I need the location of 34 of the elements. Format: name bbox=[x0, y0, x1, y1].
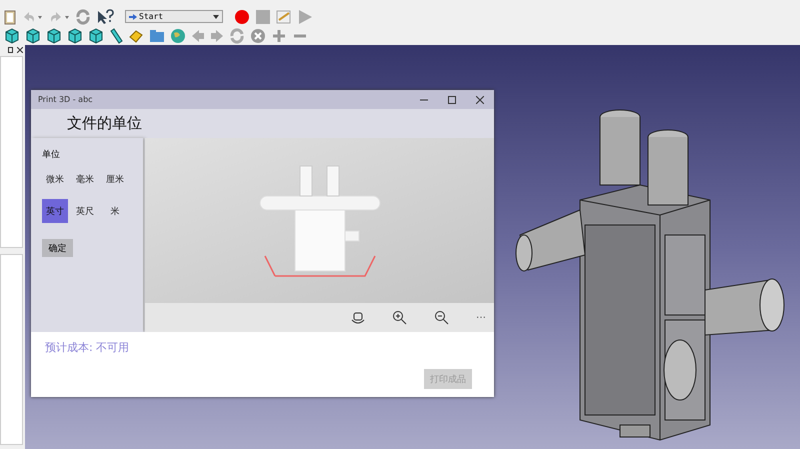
rotate-view-icon[interactable] bbox=[350, 310, 366, 326]
top-view-icon[interactable] bbox=[67, 28, 83, 44]
front-view-icon[interactable] bbox=[46, 28, 62, 44]
unit-option[interactable]: 英寸 bbox=[42, 199, 68, 223]
unit-option[interactable]: 英尺 bbox=[72, 199, 98, 223]
close-icon bbox=[476, 96, 484, 104]
whats-this-icon[interactable] bbox=[96, 8, 114, 24]
right-view-icon[interactable] bbox=[88, 28, 104, 44]
estimated-cost: 预计成本: 不可用 bbox=[45, 340, 130, 355]
float-icon[interactable] bbox=[8, 46, 13, 52]
close-icon[interactable] bbox=[17, 46, 23, 52]
ruler-icon[interactable] bbox=[109, 28, 123, 44]
record-icon[interactable] bbox=[234, 8, 250, 24]
zoom-out-icon[interactable] bbox=[434, 310, 450, 326]
maximize-icon bbox=[448, 96, 456, 104]
unit-option[interactable]: 微米 bbox=[42, 167, 68, 191]
stop-loading-icon[interactable] bbox=[250, 28, 266, 44]
zoom-in-icon[interactable] bbox=[392, 310, 408, 326]
dialog-heading: 文件的单位 bbox=[66, 113, 143, 134]
window-title: Print 3D - abc bbox=[38, 95, 94, 104]
view-fit-icon[interactable] bbox=[4, 28, 20, 44]
more-button[interactable]: ··· bbox=[476, 312, 486, 323]
macro-dropdown[interactable]: Start bbox=[125, 10, 223, 23]
unit-option[interactable]: 米 bbox=[102, 199, 128, 223]
units-label: 单位 bbox=[42, 148, 61, 161]
isometric-view-icon[interactable] bbox=[25, 28, 41, 44]
unit-option[interactable]: 毫米 bbox=[72, 167, 98, 191]
edit-macro-icon[interactable] bbox=[276, 8, 292, 24]
folder-icon[interactable] bbox=[149, 28, 165, 44]
confirm-button[interactable]: 确定 bbox=[42, 239, 73, 257]
caret-icon bbox=[213, 14, 219, 18]
arrow-icon bbox=[129, 14, 137, 20]
unit-option[interactable]: 厘米 bbox=[102, 167, 128, 191]
globe-icon[interactable] bbox=[170, 28, 186, 44]
